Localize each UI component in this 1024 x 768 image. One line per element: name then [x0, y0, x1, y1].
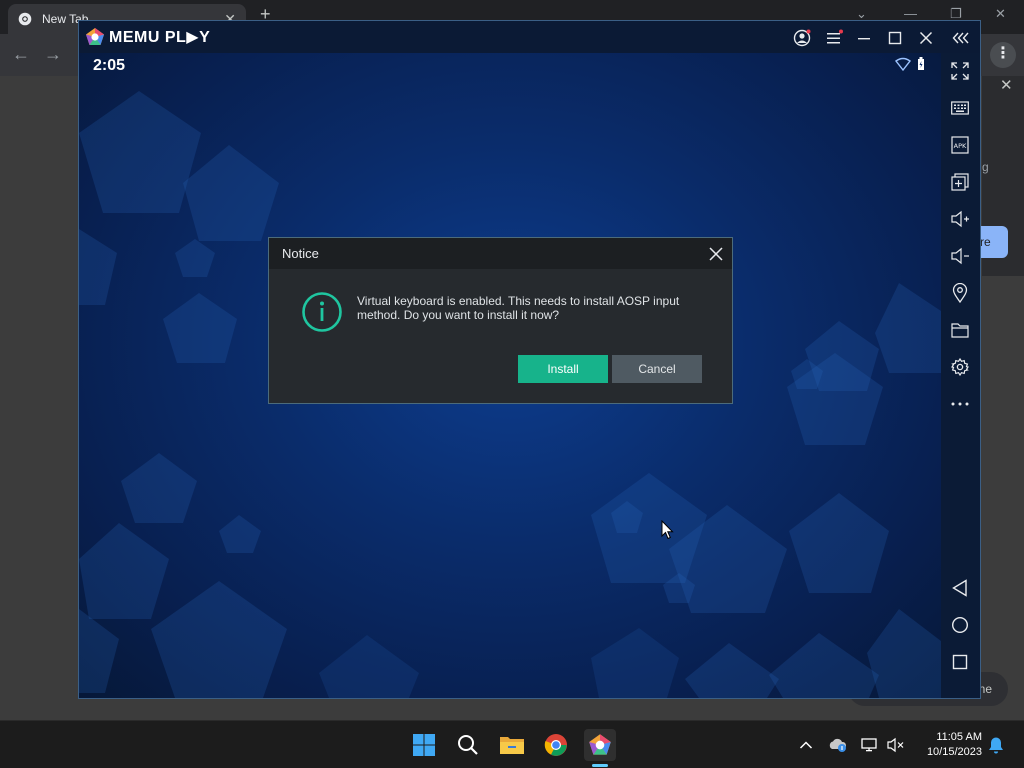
windows-taskbar: 11:05 AM 10/15/2023	[0, 720, 1024, 768]
notification-bell-icon[interactable]	[986, 735, 1006, 755]
memu-logo: MEMU PL▶Y	[85, 27, 210, 47]
volume-down-icon[interactable]	[949, 245, 971, 267]
side-panel-button[interactable]: re	[978, 226, 1008, 258]
side-panel-close-icon[interactable]: ✕	[1000, 76, 1013, 94]
location-icon[interactable]	[949, 282, 971, 304]
forward-arrow-icon[interactable]: →	[44, 44, 62, 65]
volume-up-icon[interactable]	[949, 208, 971, 230]
menu-hamburger-icon[interactable]	[823, 27, 845, 49]
multi-instance-icon[interactable]	[949, 171, 971, 193]
dialog-header: Notice	[269, 238, 732, 269]
memu-minimize-icon[interactable]	[853, 27, 875, 49]
android-home-icon[interactable]	[949, 614, 971, 636]
dialog-close-icon[interactable]	[707, 245, 725, 263]
memu-logo-icon	[86, 28, 104, 45]
cancel-button[interactable]: Cancel	[612, 355, 702, 383]
settings-gear-icon[interactable]	[949, 356, 971, 378]
memu-close-icon[interactable]	[915, 27, 937, 49]
chrome-icon	[18, 12, 32, 26]
memu-maximize-icon[interactable]	[884, 27, 906, 49]
more-options-icon[interactable]	[949, 393, 971, 415]
clock-date: 10/15/2023	[926, 746, 982, 758]
info-icon	[302, 292, 342, 332]
browser-menu-button[interactable]: ⋮	[990, 42, 1016, 68]
android-recents-icon[interactable]	[949, 651, 971, 673]
install-button[interactable]: Install	[518, 355, 608, 383]
dialog-message: Virtual keyboard is enabled. This needs …	[357, 294, 680, 322]
mouse-cursor-icon	[661, 520, 674, 540]
chrome-taskbar-icon[interactable]	[540, 729, 572, 761]
battery-icon	[918, 57, 924, 70]
apk-install-icon[interactable]: APK	[949, 134, 971, 156]
taskbar-search-icon[interactable]	[452, 729, 484, 761]
android-status-icons	[895, 57, 925, 71]
back-arrow-icon[interactable]: ←	[12, 44, 30, 65]
onedrive-icon[interactable]	[828, 735, 848, 755]
network-icon[interactable]	[860, 735, 880, 755]
clock-time: 11:05 AM	[936, 731, 982, 743]
notice-dialog: Notice Virtual keyboard is enabled. This…	[268, 237, 733, 404]
browser-minimize-icon[interactable]: —	[904, 6, 917, 21]
account-icon[interactable]	[791, 27, 813, 49]
side-panel-text-fragment: g	[982, 160, 989, 174]
android-status-time: 2:05	[93, 57, 126, 74]
keyboard-icon[interactable]	[949, 97, 971, 119]
fullscreen-icon[interactable]	[949, 60, 971, 82]
android-back-icon[interactable]	[949, 577, 971, 599]
windows-start-icon[interactable]	[408, 729, 440, 761]
dialog-title: Notice	[282, 246, 319, 261]
volume-muted-icon[interactable]	[886, 735, 906, 755]
taskbar-clock[interactable]: 11:05 AM 10/15/2023	[914, 730, 982, 760]
collapse-toolbar-icon[interactable]	[950, 27, 972, 49]
memu-side-toolbar: APK	[941, 53, 980, 698]
memu-titlebar: MEMU PL▶Y	[79, 21, 980, 53]
file-explorer-icon[interactable]	[496, 729, 528, 761]
memu-taskbar-icon[interactable]	[584, 729, 616, 761]
tray-overflow-chevron-icon[interactable]	[796, 735, 816, 755]
folder-icon[interactable]	[949, 319, 971, 341]
browser-close-icon[interactable]: ✕	[995, 6, 1006, 22]
svg-text:APK: APK	[954, 142, 967, 150]
memu-brand-text: MEMU PL▶Y	[109, 29, 211, 46]
active-app-indicator	[592, 764, 608, 767]
wifi-icon	[895, 57, 911, 71]
